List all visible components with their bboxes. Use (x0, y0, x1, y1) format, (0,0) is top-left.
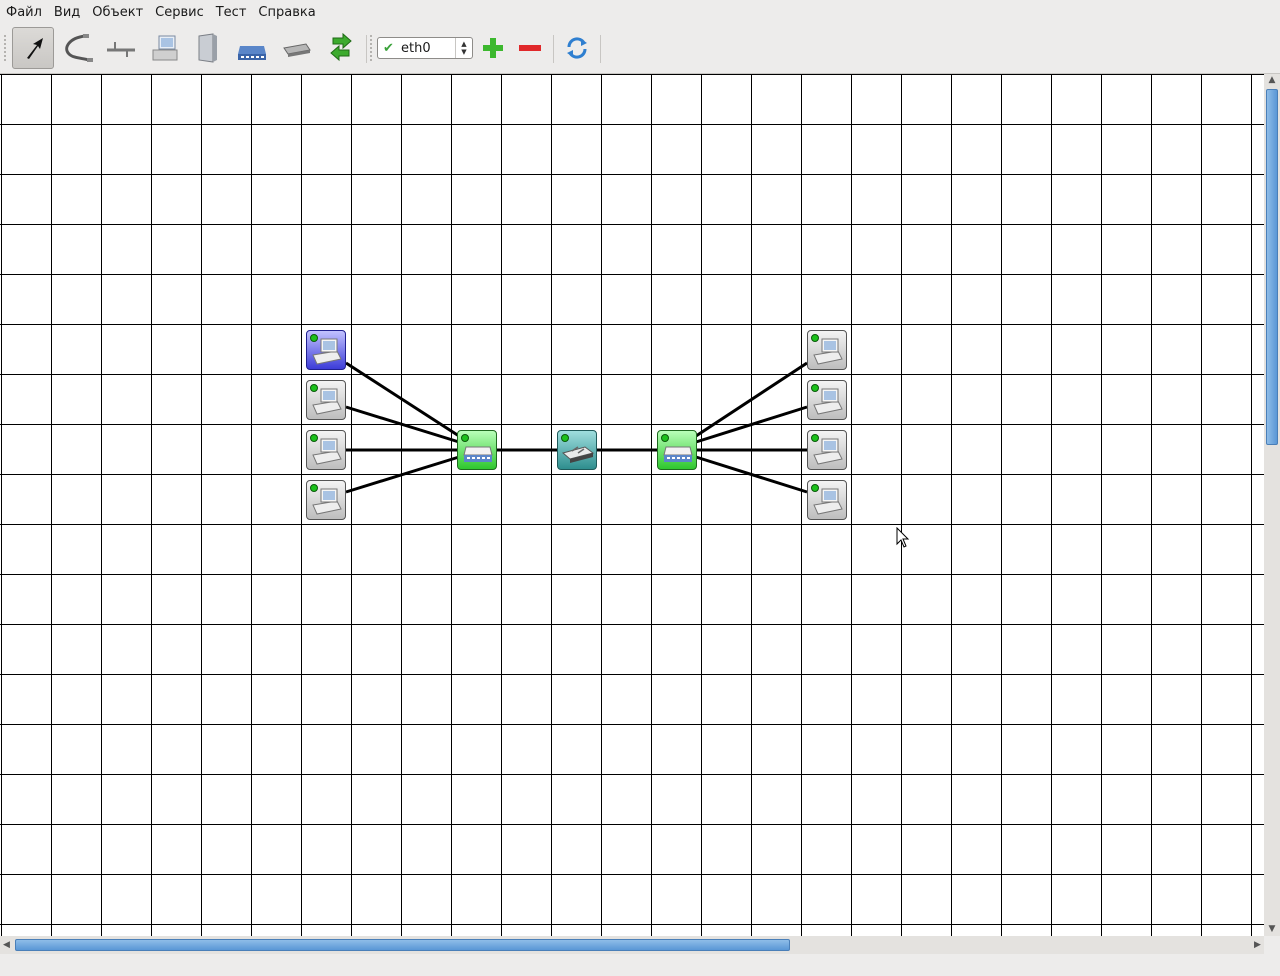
computer-node[interactable] (306, 480, 346, 520)
interface-select-value: eth0 (401, 40, 431, 56)
horizontal-scroll-thumb[interactable] (15, 939, 790, 951)
menu-view[interactable]: Вид (48, 0, 86, 25)
vertical-scrollbar[interactable]: ▲ ▼ (1264, 74, 1280, 936)
vertical-scroll-thumb[interactable] (1266, 89, 1278, 445)
scroll-left-icon[interactable]: ◀ (0, 936, 13, 954)
computer-tool-button[interactable] (144, 27, 186, 69)
mouse-cursor-icon (896, 527, 910, 548)
status-led (811, 484, 819, 492)
switch-icon (238, 46, 266, 60)
menu-bar: Файл Вид Объект Сервис Тест Справка (0, 0, 1280, 25)
bus-tool-button[interactable] (100, 27, 142, 69)
server-tool-button[interactable] (186, 27, 228, 69)
add-interface-button[interactable] (473, 27, 513, 69)
link-switch-right-pc-r4 (695, 455, 808, 494)
toolbar-separator-2 (553, 35, 554, 63)
link-pc-l4-switch-left (345, 455, 460, 494)
computer-node[interactable] (807, 380, 847, 420)
computer-node[interactable] (306, 380, 346, 420)
status-led (811, 384, 819, 392)
status-led (461, 434, 469, 442)
arrow-cursor-icon (27, 38, 43, 59)
scroll-right-icon[interactable]: ▶ (1251, 936, 1264, 954)
switch-node-left[interactable] (457, 430, 497, 470)
menu-file[interactable]: Файл (0, 0, 48, 25)
computer-icon (152, 35, 178, 61)
toolbar-grip[interactable] (4, 35, 6, 63)
network-links (345, 361, 808, 494)
status-led (811, 434, 819, 442)
remove-interface-button[interactable] (510, 27, 550, 69)
network-canvas[interactable] (0, 74, 1264, 936)
status-led (310, 334, 318, 342)
horizontal-scrollbar[interactable]: ◀ ▶ (0, 936, 1264, 954)
bus-icon (107, 42, 135, 57)
status-led (310, 384, 318, 392)
spin-arrows-icon[interactable]: ▲ ▼ (455, 38, 472, 58)
refresh-icon (567, 37, 587, 59)
scroll-down-icon[interactable]: ▼ (1264, 923, 1280, 936)
cable-tool-button[interactable] (56, 27, 98, 69)
computer-node[interactable] (306, 430, 346, 470)
minus-icon (519, 45, 541, 51)
cable-icon (65, 34, 93, 62)
status-bar (0, 954, 1280, 976)
refresh-button[interactable] (557, 27, 597, 69)
switch-node-right[interactable] (657, 430, 697, 470)
status-led (310, 434, 318, 442)
scroll-up-icon[interactable]: ▲ (1264, 74, 1280, 87)
computer-node[interactable] (807, 480, 847, 520)
toolbar-separator-3 (600, 35, 601, 63)
status-led (561, 434, 569, 442)
check-icon: ✔ (383, 40, 394, 56)
server-icon (198, 33, 217, 63)
interface-select[interactable]: ✔ eth0 ▲ ▼ (377, 37, 473, 59)
menu-help[interactable]: Справка (252, 0, 321, 25)
menu-service[interactable]: Сервис (149, 0, 210, 25)
exchange-arrows-icon (330, 32, 352, 62)
status-led (661, 434, 669, 442)
toolbar: ✔ eth0 ▲ ▼ (0, 25, 1280, 74)
switch-tool-button[interactable] (231, 27, 273, 69)
status-led (310, 484, 318, 492)
menu-object[interactable]: Объект (86, 0, 149, 25)
computer-node-selected[interactable] (306, 330, 346, 370)
toolbar-grip-2[interactable] (370, 35, 372, 63)
menu-test[interactable]: Тест (210, 0, 253, 25)
computer-node[interactable] (807, 430, 847, 470)
toolbar-separator (366, 35, 367, 63)
plus-icon (483, 38, 503, 58)
router-node[interactable] (557, 430, 597, 470)
pointer-tool-button[interactable] (12, 27, 54, 69)
router-tool-button[interactable] (275, 27, 317, 69)
send-data-tool-button[interactable] (320, 27, 362, 69)
status-led (811, 334, 819, 342)
router-icon (283, 43, 311, 57)
computer-node[interactable] (807, 330, 847, 370)
